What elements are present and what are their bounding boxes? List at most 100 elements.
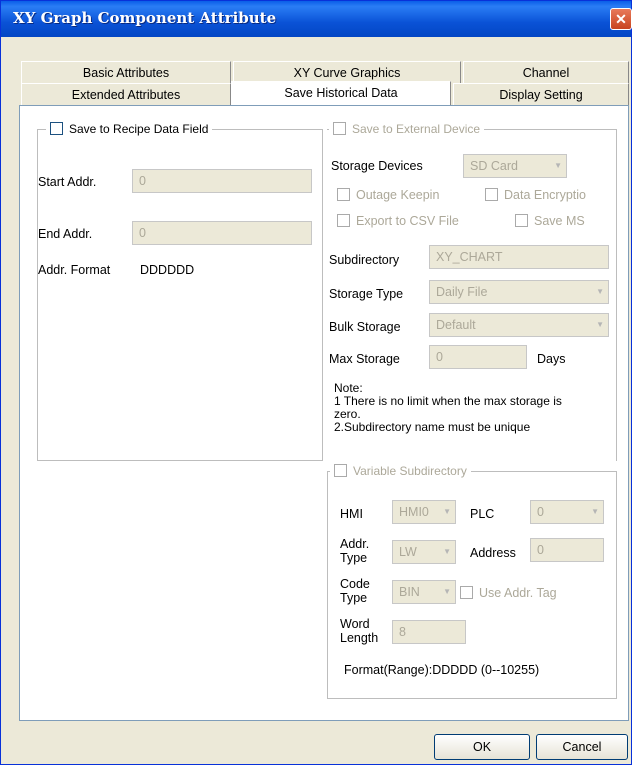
bulk-storage-select[interactable]: Default ▼ [429,313,609,337]
cancel-button-label: Cancel [562,740,602,754]
format-range-text: Format(Range):DDDDD (0--10255) [344,663,540,677]
variable-subdirectory-label: Variable Subdirectory [353,464,467,478]
max-storage-field[interactable]: 0 [429,345,527,369]
code-type-label-line: Type [340,591,368,605]
outage-keepin-label: Outage Keepin [356,188,440,202]
save-ms-checkbox[interactable]: Save MS [515,214,585,228]
subdirectory-label: Subdirectory [329,253,400,267]
word-length-label: Word Length [340,617,378,645]
note-text: Note: 1 There is no limit when the max s… [334,382,614,434]
cancel-button[interactable]: Cancel [536,734,628,760]
recipe-checkbox-label: Save to Recipe Data Field [69,122,209,136]
variable-subdirectory-group: Variable Subdirectory HMI HMI0 ▼ PLC 0 ▼… [327,462,617,699]
checkbox-icon [333,122,346,135]
word-length-label-line: Word [340,617,370,631]
end-addr-field[interactable]: 0 [132,221,312,245]
external-device-group: Save to External Device Storage Devices … [327,120,617,461]
checkbox-icon [460,586,473,599]
code-type-value: BIN [399,585,420,599]
close-icon: ✕ [615,11,627,27]
export-csv-label: Export to CSV File [356,214,459,228]
start-addr-value: 0 [139,174,146,188]
address-label: Address [470,546,516,560]
plc-value: 0 [537,505,544,519]
storage-type-select[interactable]: Daily File ▼ [429,280,609,304]
note-line: 2.Subdirectory name must be unique [334,420,531,434]
use-addr-tag-label: Use Addr. Tag [479,586,557,600]
title-bar[interactable]: XY Graph Component Attribute ✕ [1,1,632,37]
hmi-label: HMI [340,507,363,521]
addr-format-label: Addr. Format [38,263,111,277]
addr-type-value: LW [399,545,417,559]
hmi-select[interactable]: HMI0 ▼ [392,500,456,524]
checkbox-icon [50,122,63,135]
addr-type-select[interactable]: LW ▼ [392,540,456,564]
tab-label: Save Historical Data [284,86,398,100]
tab-label: Basic Attributes [82,66,170,80]
close-button[interactable]: ✕ [610,8,632,30]
storage-type-value: Daily File [436,285,488,299]
address-value: 0 [537,543,544,557]
tab-channel[interactable]: Channel [463,61,629,83]
plc-select[interactable]: 0 ▼ [530,500,604,524]
code-type-label-line: Code [340,577,370,591]
max-storage-value: 0 [436,350,443,364]
storage-devices-value: SD Card [470,159,518,173]
external-checkbox-label: Save to External Device [352,122,481,136]
tab-label: Display Setting [499,88,583,102]
subdirectory-value: XY_CHART [436,250,503,264]
subdirectory-field[interactable]: XY_CHART [429,245,609,269]
note-line: 1 There is no limit when the max storage… [334,394,562,408]
chevron-down-icon: ▼ [596,320,604,329]
addr-format-value: DDDDDD [140,263,195,277]
recipe-group: Save to Recipe Data Field Start Addr. 0 … [37,120,323,461]
bulk-storage-value: Default [436,318,476,332]
checkbox-icon [515,214,528,227]
code-type-select[interactable]: BIN ▼ [392,580,456,604]
address-field[interactable]: 0 [530,538,604,562]
storage-devices-label: Storage Devices [331,159,423,173]
checkbox-icon [337,214,350,227]
word-length-value: 8 [399,625,406,639]
tab-label: Channel [522,66,570,80]
use-addr-tag-checkbox[interactable]: Use Addr. Tag [460,586,557,600]
code-type-label: Code Type [340,577,370,605]
end-addr-value: 0 [139,226,146,240]
start-addr-field[interactable]: 0 [132,169,312,193]
days-label: Days [537,352,566,366]
tab-save-historical-data[interactable]: Save Historical Data [231,81,451,105]
tab-extended-attributes[interactable]: Extended Attributes [21,83,231,105]
addr-type-label: Addr. Type [340,537,369,565]
dialog-window: XY Graph Component Attribute ✕ Basic Att… [0,0,632,765]
data-encryption-checkbox[interactable]: Data Encryptio [485,188,586,202]
storage-type-label: Storage Type [329,287,404,301]
checkbox-icon [485,188,498,201]
chevron-down-icon: ▼ [443,547,451,556]
variable-subdirectory-checkbox[interactable]: Variable Subdirectory [330,462,471,480]
start-addr-label: Start Addr. [38,175,97,189]
max-storage-label: Max Storage [329,352,400,366]
ok-button-label: OK [472,740,492,754]
tab-content-panel: Save to Recipe Data Field Start Addr. 0 … [19,105,629,721]
end-addr-label: End Addr. [38,227,93,241]
tab-display-setting[interactable]: Display Setting [453,83,629,105]
checkbox-icon [334,464,347,477]
save-ms-label: Save MS [534,214,585,228]
tab-basic-attributes[interactable]: Basic Attributes [21,61,231,83]
external-checkbox[interactable]: Save to External Device [329,120,485,138]
export-csv-checkbox[interactable]: Export to CSV File [337,214,459,228]
chevron-down-icon: ▼ [596,287,604,296]
tab-label: XY Curve Graphics [293,66,401,80]
checkbox-icon [337,188,350,201]
recipe-checkbox[interactable]: Save to Recipe Data Field [46,120,213,138]
word-length-field[interactable]: 8 [392,620,466,644]
plc-label: PLC [470,507,495,521]
bulk-storage-label: Bulk Storage [329,320,401,334]
word-length-label-line: Length [340,631,379,645]
outage-keepin-checkbox[interactable]: Outage Keepin [337,188,439,202]
ok-button[interactable]: OK [434,734,530,760]
chevron-down-icon: ▼ [443,507,451,516]
data-encryption-label: Data Encryptio [504,188,586,202]
storage-devices-select[interactable]: SD Card ▼ [463,154,567,178]
tab-xy-curve-graphics[interactable]: XY Curve Graphics [233,61,461,83]
